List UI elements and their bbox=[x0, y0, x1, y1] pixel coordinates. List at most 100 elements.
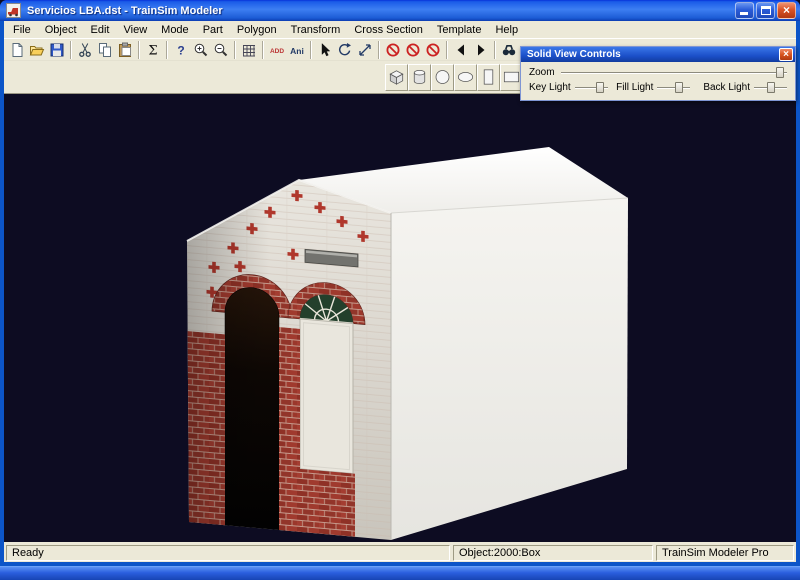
fill-light-slider[interactable] bbox=[657, 81, 690, 94]
maximize-button[interactable] bbox=[756, 2, 775, 19]
slider-thumb[interactable] bbox=[675, 82, 683, 93]
taskbar[interactable] bbox=[0, 566, 800, 580]
minimize-icon bbox=[740, 12, 748, 15]
menu-file[interactable]: File bbox=[6, 23, 38, 37]
find-icon bbox=[501, 42, 517, 58]
model-building[interactable] bbox=[185, 147, 628, 542]
menu-view[interactable]: View bbox=[117, 23, 155, 37]
key-light-label: Key Light bbox=[529, 82, 571, 93]
scale-button[interactable] bbox=[355, 40, 375, 60]
save-button[interactable] bbox=[47, 40, 67, 60]
rotate-icon bbox=[337, 42, 353, 58]
status-app: TrainSim Modeler Pro bbox=[656, 545, 794, 561]
new-button[interactable] bbox=[7, 40, 27, 60]
svg-text:Σ: Σ bbox=[148, 43, 157, 58]
next-icon bbox=[473, 42, 489, 58]
menubar: FileObjectEditViewModePartPolygonTransfo… bbox=[4, 21, 796, 38]
forbid-x-button[interactable] bbox=[383, 40, 403, 60]
shape-cylinder-button[interactable] bbox=[408, 64, 431, 91]
prev-icon bbox=[453, 42, 469, 58]
solid-view-controls: Solid View Controls × Zoom Key Light Fill… bbox=[520, 46, 796, 101]
toolbar-separator bbox=[494, 41, 496, 59]
toolbar-separator bbox=[378, 41, 380, 59]
light-group-2: Back Light bbox=[703, 81, 787, 94]
viewport-3d[interactable] bbox=[4, 93, 796, 542]
shape-sphere-button[interactable] bbox=[431, 64, 454, 91]
pointer-button[interactable] bbox=[315, 40, 335, 60]
menu-template[interactable]: Template bbox=[430, 23, 489, 37]
slider-track[interactable] bbox=[561, 72, 787, 74]
zoom-in-button[interactable] bbox=[191, 40, 211, 60]
app-window: Servicios LBA.dst - TrainSim Modeler × F… bbox=[0, 0, 800, 566]
key-light-slider[interactable] bbox=[575, 81, 608, 94]
titlebar[interactable]: Servicios LBA.dst - TrainSim Modeler × bbox=[0, 0, 800, 21]
menu-transform[interactable]: Transform bbox=[284, 23, 348, 37]
cut-button[interactable] bbox=[75, 40, 95, 60]
palette-close-button[interactable]: × bbox=[779, 48, 793, 61]
forbid-y-button[interactable] bbox=[403, 40, 423, 60]
paste-button[interactable] bbox=[115, 40, 135, 60]
toolbar-separator bbox=[234, 41, 236, 59]
copy-button[interactable] bbox=[95, 40, 115, 60]
menu-object[interactable]: Object bbox=[38, 23, 84, 37]
forbid-x-icon bbox=[385, 42, 401, 58]
statusbar: Ready Object:2000:Box TrainSim Modeler P… bbox=[4, 542, 796, 562]
add-button[interactable]: ADD bbox=[267, 40, 287, 60]
menu-edit[interactable]: Edit bbox=[84, 23, 117, 37]
scene-canvas[interactable] bbox=[4, 94, 796, 542]
light-group-0: Key Light bbox=[529, 81, 611, 94]
copy-icon bbox=[97, 42, 113, 58]
window-content: FileObjectEditViewModePartPolygonTransfo… bbox=[4, 21, 796, 562]
close-button[interactable]: × bbox=[777, 2, 796, 19]
slider-thumb[interactable] bbox=[776, 67, 784, 78]
next-button[interactable] bbox=[471, 40, 491, 60]
menu-help[interactable]: Help bbox=[488, 23, 525, 37]
shape-ellipse-icon bbox=[455, 66, 476, 88]
open-icon bbox=[29, 42, 45, 58]
zoom-out-button[interactable] bbox=[211, 40, 231, 60]
shape-box-button[interactable] bbox=[385, 64, 408, 91]
rotate-button[interactable] bbox=[335, 40, 355, 60]
scale-icon bbox=[357, 42, 373, 58]
close-icon: × bbox=[778, 3, 795, 18]
light-group-1: Fill Light bbox=[616, 81, 698, 94]
pointer-icon bbox=[317, 42, 333, 58]
menu-mode[interactable]: Mode bbox=[154, 23, 196, 37]
toolbar-separator bbox=[262, 41, 264, 59]
slider-track[interactable] bbox=[657, 87, 690, 89]
status-ready: Ready bbox=[6, 545, 450, 561]
zoom-out-icon bbox=[213, 42, 229, 58]
maximize-icon bbox=[761, 6, 771, 15]
shape-sphere-icon bbox=[432, 66, 453, 88]
ani-button[interactable]: Ani bbox=[287, 40, 307, 60]
fill-light-label: Fill Light bbox=[616, 82, 653, 93]
light-sliders: Key Light Fill Light Back Light bbox=[529, 80, 787, 95]
svg-text:ADD: ADD bbox=[270, 48, 284, 55]
window-controls: × bbox=[735, 2, 796, 19]
toolbar-separator bbox=[310, 41, 312, 59]
menu-polygon[interactable]: Polygon bbox=[230, 23, 284, 37]
forbid-z-button[interactable] bbox=[423, 40, 443, 60]
zoom-slider[interactable] bbox=[561, 66, 787, 79]
prev-button[interactable] bbox=[451, 40, 471, 60]
paste-icon bbox=[117, 42, 133, 58]
sigma-button[interactable]: Σ bbox=[143, 40, 163, 60]
grid-icon bbox=[241, 42, 257, 58]
add-icon: ADD bbox=[269, 42, 285, 58]
open-button[interactable] bbox=[27, 40, 47, 60]
help-button[interactable]: ? bbox=[171, 40, 191, 60]
shape-rect-tall-button[interactable] bbox=[477, 64, 500, 91]
minimize-button[interactable] bbox=[735, 2, 754, 19]
find-button[interactable] bbox=[499, 40, 519, 60]
menu-cross-section[interactable]: Cross Section bbox=[347, 23, 429, 37]
shape-ellipse-button[interactable] bbox=[454, 64, 477, 91]
slider-thumb[interactable] bbox=[596, 82, 604, 93]
shape-box-icon bbox=[386, 66, 407, 88]
menu-part[interactable]: Part bbox=[196, 23, 230, 37]
back-light-slider[interactable] bbox=[754, 81, 787, 94]
grid-button[interactable] bbox=[239, 40, 259, 60]
slider-thumb[interactable] bbox=[767, 82, 775, 93]
palette-titlebar[interactable]: Solid View Controls × bbox=[521, 47, 795, 62]
zoom-label: Zoom bbox=[529, 67, 555, 78]
help-icon: ? bbox=[173, 42, 189, 58]
